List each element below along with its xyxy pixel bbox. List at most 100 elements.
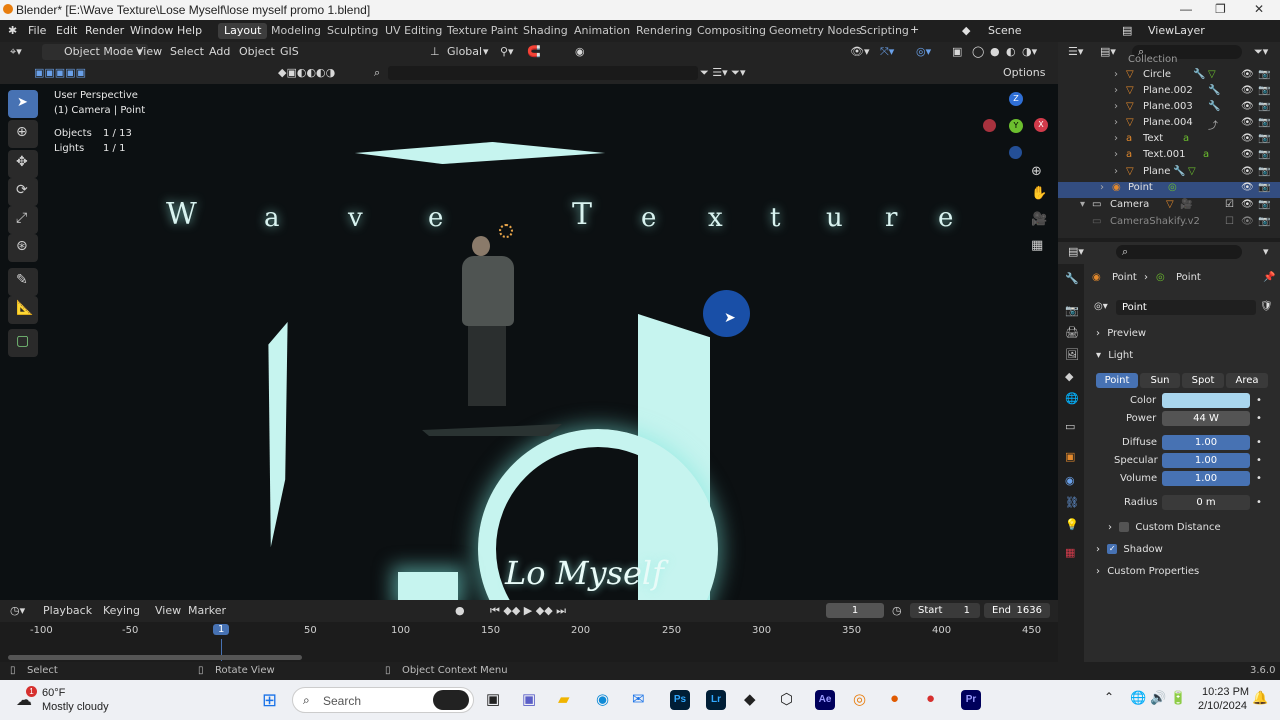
timeline-view-menu[interactable]: View [155,603,181,619]
blender-menu-icon[interactable]: ✱ [8,24,17,37]
scene-name[interactable]: Scene [988,24,1022,37]
photoshop-icon[interactable]: Ps [670,690,690,710]
outliner-row[interactable]: ▭ CameraShakify.v2 ☐ 👁 📷 [1058,216,1280,232]
gizmo-icon[interactable]: ⤧▾ [880,44,894,60]
light-color-swatch[interactable] [1162,393,1250,408]
chevron-down-icon[interactable]: ▾ [1263,244,1269,260]
task-view-icon[interactable]: ▣ [486,690,500,708]
custom-properties-panel[interactable]: › Custom Properties [1096,566,1199,577]
pivot-icon[interactable]: ⚲▾ [500,44,514,60]
blender-taskbar-icon[interactable]: ◎ [853,690,866,708]
tab-sculpting[interactable]: Sculpting [321,23,384,39]
camera-render-icon[interactable]: 📷 [1258,69,1270,80]
datablock-type-icon[interactable]: ◎▾ [1094,301,1108,312]
outliner-row[interactable]: › a Text.001 a 👁 📷 [1058,149,1280,165]
camera-render-icon[interactable]: 📷 [1258,101,1270,112]
premiere-icon[interactable]: Pr [961,690,981,710]
notification-icon[interactable]: 🔔 [1252,690,1268,706]
preview-panel-header[interactable]: › Preview [1096,328,1146,339]
clock-time[interactable]: 10:23 PM [1202,686,1249,698]
outliner-row[interactable]: ▾ ▭ Camera ▽ 🎥 ☑ 👁 📷 [1058,199,1280,215]
constraints-tab-icon[interactable]: ⛓ [1065,496,1079,509]
xray-icon[interactable]: ▣ [952,44,962,60]
include-checkbox[interactable]: ☑ [1225,199,1234,210]
menu-add[interactable]: Add [209,44,230,60]
tab-animation[interactable]: Animation [568,23,636,39]
cursor-tool[interactable]: ⊕ [8,120,38,148]
playback-menu[interactable]: Playback [43,603,92,619]
frame-end-field[interactable]: End 1636 [984,603,1050,618]
visibility-icon[interactable]: 👁▾ [850,44,870,60]
camera-render-icon[interactable]: 📷 [1258,149,1270,160]
tab-scripting[interactable]: Scripting [854,23,915,39]
zoom-icon[interactable]: ⊕ [1031,164,1042,179]
eye-icon[interactable]: 👁 [1241,69,1254,80]
keyframe-dot-icon[interactable]: • [1256,497,1262,508]
snap-icon[interactable]: 🧲 [527,44,541,60]
datablock-name-field[interactable]: Point [1116,300,1256,315]
battery-icon[interactable]: 🔋 [1170,690,1186,706]
menu-window[interactable]: Window [130,24,173,37]
viewlayer-name[interactable]: ViewLayer [1148,24,1205,37]
camera-render-icon[interactable]: 📷 [1258,199,1270,210]
network-icon[interactable]: 🌐 [1130,690,1146,706]
physics-tab-icon[interactable]: ◉ [1065,474,1075,487]
camera-render-icon[interactable]: 📷 [1258,166,1270,177]
current-frame-field[interactable]: 1 [826,603,884,618]
gizmo-x-icon[interactable]: X [1034,118,1048,132]
scene-tab-icon[interactable]: ◆ [1065,370,1073,383]
orientation-icon[interactable]: ⊥ [430,44,440,60]
lightroom-icon[interactable]: Lr [706,690,726,710]
tab-geometry-nodes[interactable]: Geometry Nodes [763,23,868,39]
gizmo-negx-icon[interactable] [983,119,996,132]
pin-icon[interactable]: 📌 [1263,272,1275,283]
app-icon[interactable]: ◆ [744,690,756,708]
select-mode-icons[interactable]: ▣▣▣▣▣ [34,65,86,81]
menu-object[interactable]: Object [239,44,275,60]
menu-gis[interactable]: GIS [280,44,299,60]
minimize-button[interactable]: — [1180,2,1192,16]
timeline-area[interactable]: -100 -50 1 50 100 150 200 250 300 350 40… [0,622,1058,662]
shading-solid-icon[interactable]: ● [990,44,1000,60]
editor-type-icon[interactable]: ⌖▾ [10,44,22,60]
keying-menu[interactable]: Keying [103,603,140,619]
shading-rendered-icon[interactable]: ◑▾ [1022,44,1037,60]
eye-icon[interactable]: 👁 [1241,182,1254,193]
rotate-tool[interactable]: ⟳ [8,178,38,206]
ortho-grid-icon[interactable]: ▦ [1031,238,1043,253]
record-app-icon[interactable]: ● [926,690,935,707]
tab-shading[interactable]: Shading [517,23,574,39]
radius-field[interactable]: 0 m [1162,495,1250,510]
outliner-row[interactable]: › ▽ Circle 🔧 ▽ 👁 📷 [1058,69,1280,85]
tab-rendering[interactable]: Rendering [630,23,698,39]
eye-icon[interactable]: 👁 [1241,101,1254,112]
measure-tool[interactable]: 📐 [8,296,38,324]
frame-start-field[interactable]: Start 1 [910,603,980,618]
menu-view[interactable]: View [136,44,162,60]
eye-icon[interactable]: 👁 [1241,85,1254,96]
menu-file[interactable]: File [28,24,46,37]
unity-icon[interactable]: ⬡ [780,690,793,708]
tab-compositing[interactable]: Compositing [691,23,772,39]
3d-viewport[interactable]: User Perspective (1) Camera | Point Obje… [0,84,1058,600]
keyframe-dot-icon[interactable]: • [1256,413,1262,424]
keyframe-dot-icon[interactable]: • [1256,455,1262,466]
tray-chevron-icon[interactable]: ⌃ [1104,690,1114,704]
maximize-button[interactable]: ❐ [1215,2,1226,16]
playhead[interactable]: 1 [213,624,230,635]
camera-render-icon[interactable]: 📷 [1258,182,1270,193]
marker-menu[interactable]: Marker [188,603,226,619]
menu-help[interactable]: Help [177,24,202,37]
eye-icon[interactable]: 👁 [1241,133,1254,144]
select-box-tool[interactable]: ➤ [8,90,38,118]
proportional-icon[interactable]: ◉ [575,44,585,60]
properties-search-input[interactable] [1116,245,1242,259]
world-tab-icon[interactable]: 🌐 [1065,392,1079,405]
collection-tab-icon[interactable]: ▭ [1065,420,1075,433]
eye-icon[interactable]: 👁 [1241,216,1254,227]
eye-icon[interactable]: 👁 [1241,166,1254,177]
shadow-panel[interactable]: › ✓ Shadow [1096,544,1163,555]
record-icon[interactable]: ● [455,603,465,619]
pan-hand-icon[interactable]: ✋ [1031,186,1047,201]
after-effects-icon[interactable]: Ae [815,690,835,710]
